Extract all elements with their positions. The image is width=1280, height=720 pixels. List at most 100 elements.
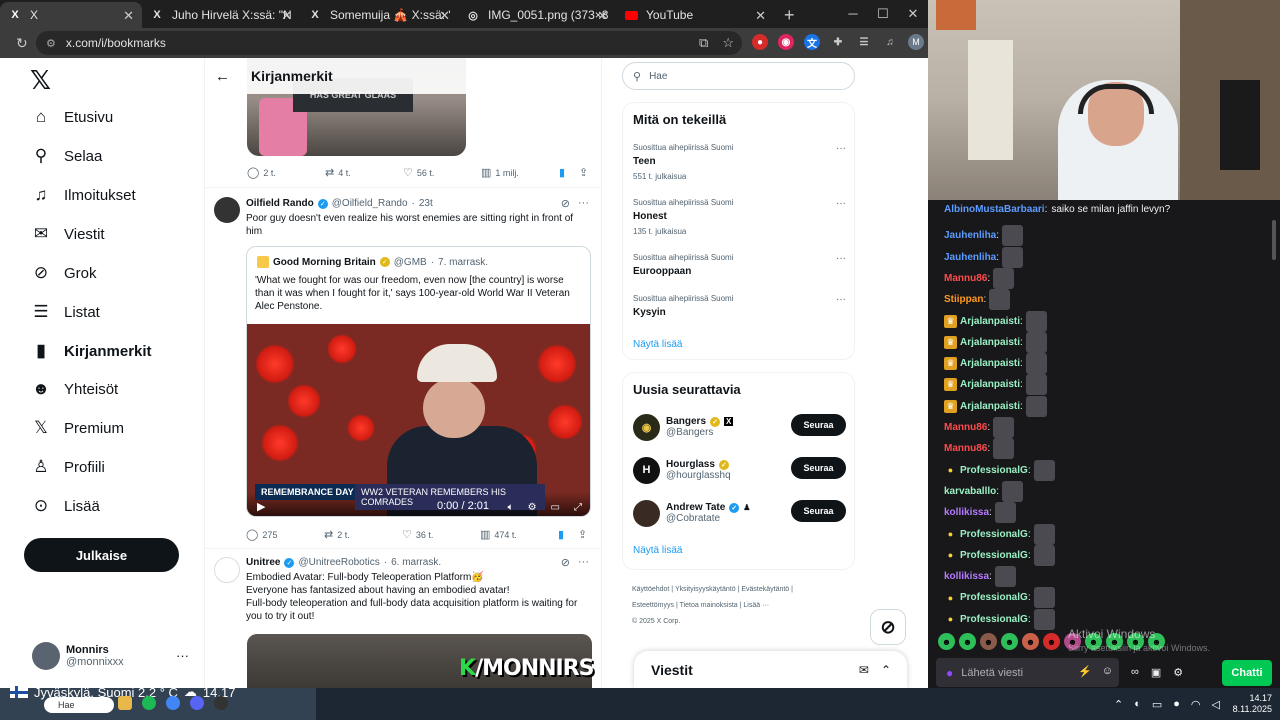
more-dots-icon[interactable]: ··· <box>836 294 846 305</box>
grok-icon[interactable]: ⊘ <box>561 556 570 569</box>
account-switcher[interactable]: Monnirs @monnixxx ··· <box>32 642 189 670</box>
chat-emote-icon[interactable] <box>1002 480 1024 502</box>
back-arrow-icon[interactable]: ← <box>215 68 245 85</box>
chat-username[interactable]: Arjalanpaisti <box>960 379 1020 390</box>
chat-emote-icon[interactable] <box>993 417 1015 438</box>
lemon-badge-icon[interactable]: ● <box>944 464 957 477</box>
chat-username[interactable]: kollikissa <box>944 507 989 518</box>
emoji-icon[interactable]: ☺ <box>1102 665 1113 678</box>
chat-username[interactable]: karvaballlo <box>944 486 996 497</box>
emote-icon[interactable]: ☻ <box>938 633 955 650</box>
close-icon[interactable]: ✕ <box>281 8 292 24</box>
chat-username[interactable]: Mannu86 <box>944 273 987 284</box>
footer-line[interactable]: Käyttöehdot | Yksityisyyskäytäntö | Eväs… <box>632 582 847 598</box>
chat-username[interactable]: ProfessionalG <box>960 465 1028 476</box>
chevron-up-icon[interactable]: ⌃ <box>1114 698 1123 711</box>
chat-emote-icon[interactable] <box>989 289 1011 311</box>
chat-emote-icon[interactable] <box>1033 608 1055 630</box>
chat-emote-icon[interactable] <box>993 267 1015 289</box>
reload-icon[interactable]: ↻ <box>16 35 36 52</box>
follow-button[interactable]: Seuraa <box>791 457 846 479</box>
views-button[interactable]: ▥ 1 milj. <box>481 166 559 179</box>
author-handle[interactable]: @Oilfield_Rando <box>332 198 408 209</box>
browser-tab-juho[interactable]: X Juho Hirvelä X:ssä: "Neljäs tans ✕ <box>142 2 300 28</box>
emote-icon[interactable]: ☻ <box>1001 633 1018 650</box>
close-icon[interactable]: ✕ <box>597 8 608 24</box>
chat-username[interactable]: Arjalanpaisti <box>960 401 1020 412</box>
tweet-time[interactable]: 23t <box>419 198 433 209</box>
file-explorer-icon[interactable] <box>118 696 132 710</box>
author-name[interactable]: Unitree <box>246 557 280 568</box>
search-input[interactable]: ⚲ Hae <box>622 62 855 90</box>
lemon-badge-icon[interactable]: ● <box>944 591 957 604</box>
crown-badge-icon[interactable]: ♛ <box>944 357 957 371</box>
chat-emote-icon[interactable] <box>994 502 1016 524</box>
browser-tab-youtube[interactable]: YouTube ✕ <box>616 2 774 28</box>
nav-item-lists[interactable]: ☰ Listat <box>30 301 99 323</box>
views-button[interactable]: ▥ 474 t. <box>480 528 558 541</box>
minimize-icon[interactable]: ─ <box>838 0 868 28</box>
trend-item[interactable]: Suosittua aihepiirissä Suomi Honest 135 … <box>633 198 846 236</box>
browser-tab-image[interactable]: ◎ IMG_0051.png (373×807) ✕ <box>458 2 616 28</box>
crown-badge-icon[interactable]: ♛ <box>944 399 957 413</box>
video-player[interactable]: REMEMBRANCE DAY WW2 VETERAN REMEMBERS HI… <box>247 324 590 516</box>
wifi-icon[interactable]: ◠ <box>1191 698 1201 711</box>
network-icon[interactable]: ▭ <box>1152 698 1162 711</box>
more-dots-icon[interactable]: ··· <box>836 143 846 154</box>
bookmark-button[interactable]: ▮ <box>558 528 578 541</box>
trend-item[interactable]: Suosittua aihepiirissä Suomi Kysyin ··· <box>633 294 846 318</box>
post-button[interactable]: Julkaise <box>24 538 179 572</box>
profile-avatar[interactable]: M <box>908 34 924 50</box>
chat-username[interactable]: ProfessionalG <box>960 550 1028 561</box>
chat-emote-icon[interactable] <box>1025 310 1047 332</box>
follow-button[interactable]: Seuraa <box>791 500 846 522</box>
author-handle[interactable]: @UnitreeRobotics <box>298 557 379 568</box>
emote-icon[interactable]: ☻ <box>1022 633 1039 650</box>
trend-item[interactable]: Suosittua aihepiirissä Suomi Teen 551 t.… <box>633 143 846 181</box>
follow-suggestion[interactable]: Andrew Tate ✓ ♟ @Cobratate Seuraa <box>633 498 846 528</box>
site-info-icon[interactable]: ⚙ <box>46 37 56 50</box>
puzzle-icon[interactable]: ✚ <box>830 34 846 50</box>
chat-emote-icon[interactable] <box>1002 225 1024 247</box>
chat-emote-icon[interactable] <box>993 438 1015 460</box>
share-button[interactable]: ⇪ <box>578 528 587 541</box>
chat-emote-icon[interactable] <box>1025 374 1047 396</box>
like-button[interactable]: ♡ 36 t. <box>402 528 480 541</box>
browser-tab-x[interactable]: X X ✕ <box>0 2 142 28</box>
grok-button[interactable]: ⊘ <box>870 609 906 645</box>
chat-emote-icon[interactable] <box>1025 353 1047 375</box>
emote-icon[interactable]: ☻ <box>959 633 976 650</box>
settings-icon[interactable]: ⚙ <box>528 502 537 513</box>
author-name[interactable]: Oilfield Rando <box>246 198 314 209</box>
avatar[interactable] <box>214 557 240 583</box>
chat-emote-icon[interactable] <box>1025 395 1047 417</box>
repost-button[interactable]: ⇄ 2 t. <box>324 528 402 541</box>
chat-username[interactable]: Stiippan <box>944 294 983 305</box>
bookmark-button[interactable]: ▮ <box>559 166 579 179</box>
chat-username[interactable]: Arjalanpaisti <box>960 316 1020 327</box>
store-icon[interactable]: ▣ <box>1151 666 1161 679</box>
chrome-icon[interactable] <box>166 696 180 710</box>
chat-send-button[interactable]: Chatti <box>1222 660 1272 686</box>
footer-line[interactable]: Esteettömyys | Tietoa mainoksista | Lisä… <box>632 598 847 614</box>
lemon-badge-icon[interactable]: ● <box>944 528 957 541</box>
nav-item-premium[interactable]: 𝕏 Premium <box>30 417 124 439</box>
nav-item-explore[interactable]: ⚲ Selaa <box>30 145 103 167</box>
tweet-time[interactable]: 6. marrask. <box>391 557 441 568</box>
chat-emote-icon[interactable] <box>1033 587 1055 609</box>
trend-item[interactable]: Suosittua aihepiirissä Suomi Eurooppaan … <box>633 253 846 277</box>
chat-username[interactable]: kollikissa <box>944 571 989 582</box>
chat-username[interactable]: Arjalanpaisti <box>960 358 1020 369</box>
emote-icon[interactable]: ☻ <box>1043 633 1060 650</box>
volume-icon[interactable]: 🔈︎ <box>508 502 514 513</box>
record-extension-icon[interactable]: ◉ <box>778 34 794 50</box>
avatar[interactable] <box>214 197 240 223</box>
shield-extension-icon[interactable]: ● <box>752 34 768 50</box>
more-dots-icon[interactable]: ··· <box>176 648 189 663</box>
chat-username[interactable]: Mannu86 <box>944 422 987 433</box>
follow-suggestion[interactable]: H Hourglass ✓ @hourglasshq Seuraa <box>633 455 846 485</box>
address-bar[interactable]: ⚙ x.com/i/bookmarks ⧉ ☆ <box>36 31 742 55</box>
grok-icon[interactable]: ⊘ <box>561 197 570 210</box>
nav-item-communities[interactable]: ☻ Yhteisöt <box>30 378 118 400</box>
cast-icon[interactable]: ⧉ <box>699 35 708 51</box>
